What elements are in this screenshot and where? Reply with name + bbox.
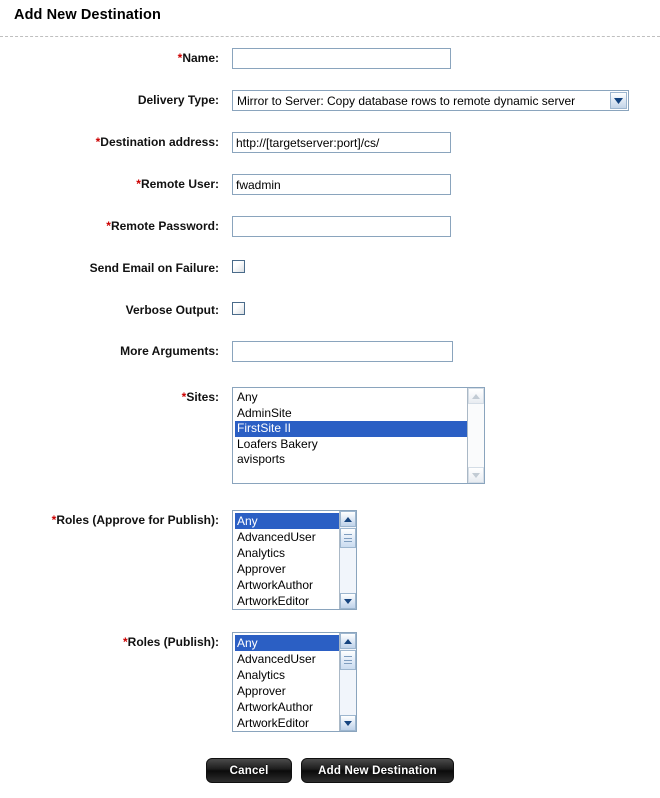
scroll-up-arrow-icon[interactable]	[340, 633, 356, 649]
form-row-send-email-on-failure: Send Email on Failure:	[0, 258, 660, 276]
scroll-up-arrow-icon[interactable]	[468, 388, 484, 404]
sites-label: *Sites:	[0, 387, 232, 404]
scrollbar-thumb[interactable]	[340, 528, 356, 548]
cancel-button[interactable]: Cancel	[206, 758, 293, 783]
list-item[interactable]: Loafers Bakery	[235, 437, 467, 453]
sites-options: Any AdminSite FirstSite II Loafers Baker…	[233, 388, 467, 468]
roles-approve-for-publish-label: *Roles (Approve for Publish):	[0, 510, 232, 527]
destination-address-input[interactable]	[232, 132, 451, 153]
list-item[interactable]: Analytics	[235, 545, 339, 561]
remote-password-label: *Remote Password:	[0, 216, 232, 233]
send-email-on-failure-checkbox[interactable]	[232, 260, 245, 273]
sites-listbox[interactable]: Any AdminSite FirstSite II Loafers Baker…	[232, 387, 485, 484]
roles-publish-options: Any AdvancedUser Analytics Approver Artw…	[233, 633, 339, 731]
remote-user-field-wrap	[232, 174, 660, 195]
form-row-roles-publish: *Roles (Publish): Any AdvancedUser Analy…	[0, 632, 660, 732]
delivery-type-selected-value: Mirror to Server: Copy database rows to …	[237, 93, 576, 108]
remote-password-input[interactable]	[232, 216, 451, 237]
name-label-text: Name:	[182, 51, 219, 65]
destination-address-field-wrap	[232, 132, 660, 153]
remote-user-label: *Remote User:	[0, 174, 232, 191]
scroll-down-arrow-icon[interactable]	[340, 715, 356, 731]
add-new-destination-page: Add New Destination *Name: Delivery Type…	[0, 0, 660, 798]
sites-scrollbar[interactable]	[467, 388, 484, 483]
list-item[interactable]: ArtworkAuthor	[235, 699, 339, 715]
name-field-wrap	[232, 48, 660, 69]
name-input[interactable]	[232, 48, 451, 69]
roles-approve-for-publish-field-wrap: Any AdvancedUser Analytics Approver Artw…	[232, 510, 660, 610]
destination-address-label-text: Destination address:	[100, 135, 219, 149]
more-arguments-label-text: More Arguments:	[120, 344, 219, 358]
remote-user-input[interactable]	[232, 174, 451, 195]
title-divider	[0, 36, 660, 37]
form-row-name: *Name:	[0, 48, 660, 69]
destination-form: *Name: Delivery Type: Mirror to Server: …	[0, 48, 660, 732]
verbose-output-label: Verbose Output:	[0, 300, 232, 317]
roles-approve-for-publish-scrollbar[interactable]	[339, 511, 356, 609]
form-row-more-arguments: More Arguments:	[0, 341, 660, 362]
list-item[interactable]: ArtworkEditor	[235, 593, 339, 609]
form-row-remote-password: *Remote Password:	[0, 216, 660, 237]
more-arguments-label: More Arguments:	[0, 341, 232, 358]
scrollbar-thumb[interactable]	[340, 650, 356, 670]
delivery-type-label: Delivery Type:	[0, 90, 232, 107]
delivery-type-select[interactable]: Mirror to Server: Copy database rows to …	[232, 90, 629, 111]
destination-address-label: *Destination address:	[0, 132, 232, 149]
sites-label-text: Sites:	[186, 390, 219, 404]
list-item[interactable]: Any	[235, 390, 467, 406]
list-item[interactable]: FirstSite II	[235, 421, 467, 437]
more-arguments-field-wrap	[232, 341, 660, 362]
remote-password-label-text: Remote Password:	[110, 219, 219, 233]
form-row-destination-address: *Destination address:	[0, 132, 660, 153]
form-row-sites: *Sites: Any AdminSite FirstSite II Loafe…	[0, 387, 660, 484]
scroll-up-arrow-icon[interactable]	[340, 511, 356, 527]
more-arguments-input[interactable]	[232, 341, 453, 362]
grip-icon	[344, 656, 352, 664]
name-label: *Name:	[0, 48, 232, 65]
list-item[interactable]: Approver	[235, 683, 339, 699]
list-item[interactable]: AdvancedUser	[235, 529, 339, 545]
verbose-output-checkbox[interactable]	[232, 302, 245, 315]
delivery-type-label-text: Delivery Type:	[137, 93, 219, 107]
roles-publish-label: *Roles (Publish):	[0, 632, 232, 649]
remote-password-field-wrap	[232, 216, 660, 237]
list-item[interactable]: ArtworkAuthor	[235, 577, 339, 593]
roles-publish-field-wrap: Any AdvancedUser Analytics Approver Artw…	[232, 632, 660, 732]
roles-publish-label-text: Roles (Publish):	[127, 635, 219, 649]
send-email-on-failure-field-wrap	[232, 258, 660, 276]
grip-icon	[344, 534, 352, 542]
scroll-down-arrow-icon[interactable]	[340, 593, 356, 609]
form-row-roles-approve-for-publish: *Roles (Approve for Publish): Any Advanc…	[0, 510, 660, 610]
list-item[interactable]: AdminSite	[235, 406, 467, 422]
list-item[interactable]: Any	[235, 635, 339, 651]
sites-field-wrap: Any AdminSite FirstSite II Loafers Baker…	[232, 387, 660, 484]
send-email-on-failure-label: Send Email on Failure:	[0, 258, 232, 275]
form-row-delivery-type: Delivery Type: Mirror to Server: Copy da…	[0, 90, 660, 111]
page-title: Add New Destination	[14, 7, 161, 23]
roles-approve-for-publish-label-text: Roles (Approve for Publish):	[56, 513, 219, 527]
roles-approve-for-publish-options: Any AdvancedUser Analytics Approver Artw…	[233, 511, 339, 609]
form-row-remote-user: *Remote User:	[0, 174, 660, 195]
list-item[interactable]: ArtworkEditor	[235, 715, 339, 731]
chevron-down-icon[interactable]	[610, 92, 627, 109]
delivery-type-field-wrap: Mirror to Server: Copy database rows to …	[232, 90, 660, 111]
verbose-output-label-text: Verbose Output:	[125, 303, 219, 317]
roles-publish-listbox[interactable]: Any AdvancedUser Analytics Approver Artw…	[232, 632, 357, 732]
list-item[interactable]: Approver	[235, 561, 339, 577]
list-item[interactable]: avisports	[235, 452, 467, 468]
list-item[interactable]: Any	[235, 513, 339, 529]
roles-approve-for-publish-listbox[interactable]: Any AdvancedUser Analytics Approver Artw…	[232, 510, 357, 610]
add-new-destination-button[interactable]: Add New Destination	[301, 758, 454, 783]
roles-publish-scrollbar[interactable]	[339, 633, 356, 731]
send-email-on-failure-label-text: Send Email on Failure:	[89, 261, 219, 275]
scroll-down-arrow-icon[interactable]	[468, 467, 484, 483]
verbose-output-field-wrap	[232, 300, 660, 318]
form-actions: Cancel Add New Destination	[0, 758, 660, 783]
list-item[interactable]: Analytics	[235, 667, 339, 683]
list-item[interactable]: AdvancedUser	[235, 651, 339, 667]
form-row-verbose-output: Verbose Output:	[0, 300, 660, 318]
remote-user-label-text: Remote User:	[140, 177, 219, 191]
